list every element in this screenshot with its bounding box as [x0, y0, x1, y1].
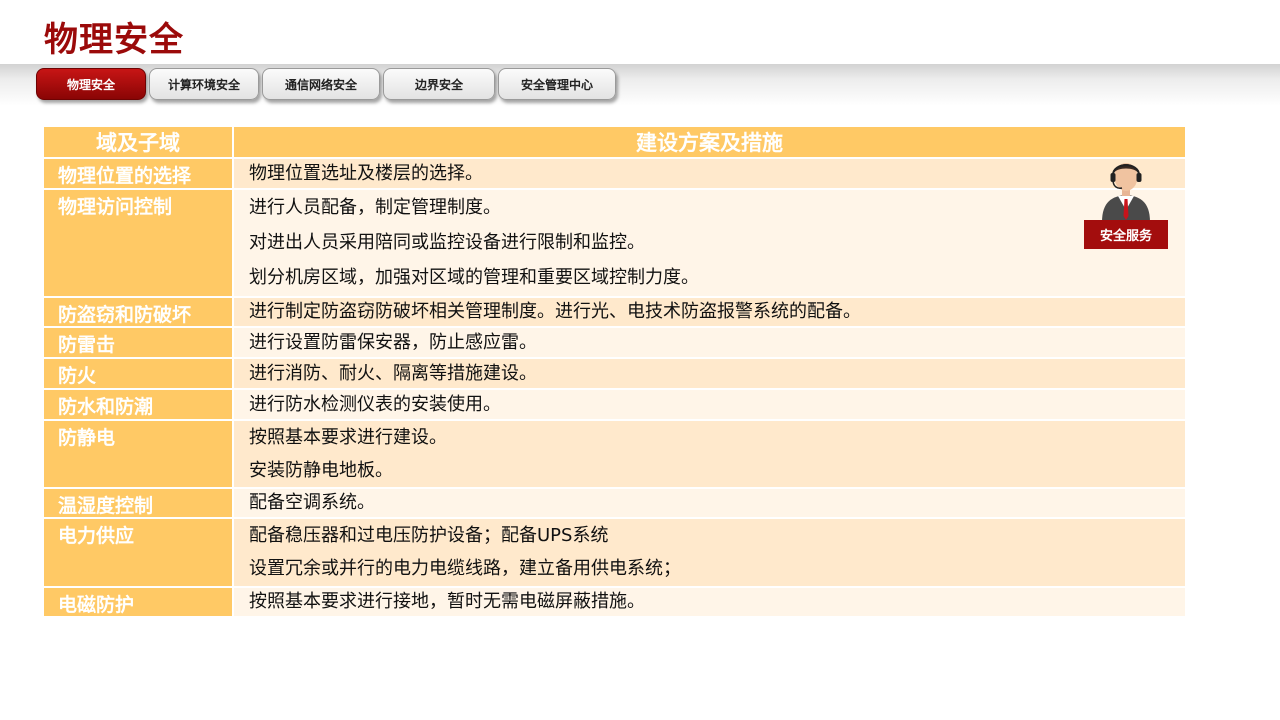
measure-text: 进行制定防盗窃防破坏相关管理制度。进行光、电技术防盗报警系统的配备。 — [249, 301, 861, 322]
table-row-measures: 物理位置选址及楼层的选择。 — [234, 159, 1185, 190]
measure-text: 进行人员配备，制定管理制度。 — [249, 196, 501, 218]
page-title: 物理安全 — [44, 20, 184, 60]
table-header-measures: 建设方案及措施 — [234, 127, 1185, 159]
measure-text: 进行消防、耐火、隔离等措施建设。 — [249, 362, 537, 384]
tab-computing-environment-security[interactable]: 计算环境安全 — [149, 68, 259, 100]
measure-text: 物理位置选址及楼层的选择。 — [249, 162, 483, 184]
measure-text: 设置冗余或并行的电力电缆线路，建立备用供电系统； — [249, 558, 681, 580]
table-row-measures: 配备空调系统。 — [234, 489, 1185, 519]
measure-text: 进行防水检测仪表的安装使用。 — [249, 393, 501, 415]
measure-text: 按照基本要求进行建设。 — [249, 426, 447, 448]
table-row-measures: 按照基本要求进行建设。 安装防静电地板。 — [234, 421, 1185, 489]
measure-text: 进行设置防雷保安器，防止感应雷。 — [249, 331, 537, 353]
table-row-domain: 防火 — [44, 359, 234, 390]
measures-table: 域及子域 建设方案及措施 物理位置的选择 物理位置选址及楼层的选择。 物理访问控… — [44, 127, 1185, 618]
table-row-domain: 电力供应 — [44, 519, 234, 588]
table-row-measures: 按照基本要求进行接地，暂时无需电磁屏蔽措施。 — [234, 588, 1185, 618]
table-row-domain: 防雷击 — [44, 328, 234, 359]
table-row-domain: 防盗窃和防破坏 — [44, 298, 234, 328]
table-row-measures: 配备稳压器和过电压防护设备；配备UPS系统 设置冗余或并行的电力电缆线路，建立备… — [234, 519, 1185, 588]
table-row-domain: 电磁防护 — [44, 588, 234, 618]
tab-security-management-center[interactable]: 安全管理中心 — [498, 68, 616, 100]
table-row-domain: 防水和防潮 — [44, 390, 234, 421]
table-row-domain: 物理位置的选择 — [44, 159, 234, 190]
measure-text: 配备空调系统。 — [249, 492, 375, 513]
table-row-domain: 物理访问控制 — [44, 190, 234, 298]
measure-text: 配备稳压器和过电压防护设备；配备UPS系统 — [249, 524, 609, 546]
table-row-measures: 进行消防、耐火、隔离等措施建设。 — [234, 359, 1185, 390]
measure-text: 对进出人员采用陪同或监控设备进行限制和监控。 — [249, 231, 645, 253]
measure-text: 按照基本要求进行接地，暂时无需电磁屏蔽措施。 — [249, 591, 645, 612]
table-row-domain: 防静电 — [44, 421, 234, 489]
customer-service-agent-icon — [1102, 163, 1150, 222]
table-row-measures: 进行防水检测仪表的安装使用。 — [234, 390, 1185, 421]
tab-physical-security[interactable]: 物理安全 — [36, 68, 146, 100]
security-service-badge[interactable]: 安全服务 — [1084, 158, 1168, 249]
measure-text: 划分机房区域，加强对区域的管理和重要区域控制力度。 — [249, 267, 699, 289]
table-row-measures: 进行制定防盗窃防破坏相关管理制度。进行光、电技术防盗报警系统的配备。 — [234, 298, 1185, 328]
table-row-domain: 温湿度控制 — [44, 489, 234, 519]
tab-communication-network-security[interactable]: 通信网络安全 — [262, 68, 380, 100]
table-row-measures: 进行设置防雷保安器，防止感应雷。 — [234, 328, 1185, 359]
table-row-measures: 进行人员配备，制定管理制度。 对进出人员采用陪同或监控设备进行限制和监控。 划分… — [234, 190, 1185, 298]
table-header-domain: 域及子域 — [44, 127, 234, 159]
section-tabs: 物理安全 计算环境安全 通信网络安全 边界安全 安全管理中心 — [36, 68, 619, 100]
tab-boundary-security[interactable]: 边界安全 — [383, 68, 495, 100]
measure-text: 安装防静电地板。 — [249, 459, 393, 481]
security-service-label: 安全服务 — [1084, 220, 1168, 249]
